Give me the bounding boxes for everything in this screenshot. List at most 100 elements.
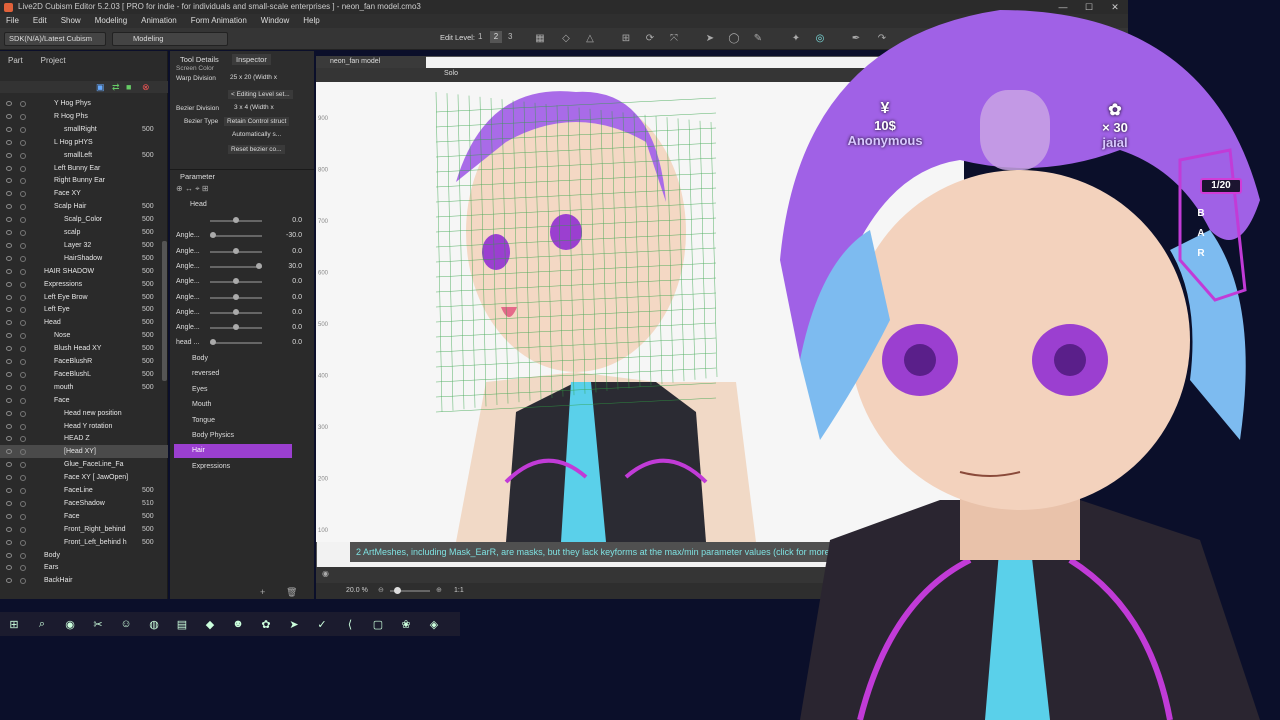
edit-level-1[interactable]: 1 [478,32,488,41]
menu-file[interactable]: File [6,14,19,28]
visibility-eye-icon[interactable] [6,513,12,519]
lock-icon[interactable] [20,359,26,365]
parameter-value[interactable]: 0.0 [292,336,302,350]
tree-row[interactable]: Front_Right_behind 500 [0,523,168,536]
param-move-icon[interactable]: ↔ [185,184,193,193]
tree-row[interactable]: FaceBlushR 500 [0,355,168,368]
parameter-group[interactable]: Eyes [174,383,292,397]
lock-icon[interactable] [20,230,26,236]
editing-level-button[interactable]: < Editing Level set... [228,90,293,99]
param-group-head[interactable]: Head [176,201,207,208]
edit-level-3[interactable]: 3 [508,32,518,41]
tree-row[interactable]: FaceShadow 510 [0,497,168,510]
zoom-slider[interactable] [390,587,430,594]
app-icon-2[interactable]: ✂ [84,618,112,631]
visibility-eye-icon[interactable] [6,113,12,119]
visibility-eye-icon[interactable] [6,410,12,416]
menu-animation[interactable]: Animation [141,14,177,28]
reset-bezier-button[interactable]: Reset bezier co... [228,145,285,154]
visibility-eye-icon[interactable] [6,565,12,571]
lock-icon[interactable] [20,526,26,533]
tree-row[interactable]: FaceLine 500 [0,484,168,497]
lock-icon[interactable] [20,423,26,430]
visibility-eye-icon[interactable] [6,204,12,210]
tree-row[interactable]: Scalp_Color 500 [0,213,168,226]
tab-tool-details[interactable]: Tool Details [180,55,219,64]
lock-icon[interactable] [20,242,26,249]
tree-row[interactable]: Right Bunny Ear [0,174,168,187]
mode-select[interactable]: Modeling [112,32,228,46]
lock-icon[interactable] [20,449,26,456]
tab-part[interactable]: Part [8,56,23,65]
param-key-icon[interactable]: ⌖ [195,184,200,193]
rotate-icon[interactable]: ⟳ [644,33,656,45]
canvas-tab[interactable]: neon_fan model [316,56,426,68]
tree-row[interactable]: HEAD Z [0,432,168,445]
parameter-value[interactable]: 0.0 [292,245,302,259]
lock-icon[interactable] [20,307,26,314]
parameter-group[interactable]: reversed [174,367,292,381]
visibility-eye-icon[interactable] [6,488,12,493]
parameter-value[interactable]: 30.0 [288,260,302,274]
lock-icon[interactable] [20,488,26,494]
discord-icon[interactable]: ☻ [224,618,252,630]
parameter-row[interactable]: Angle... -30.0 [176,229,306,243]
lock-icon[interactable] [20,500,26,507]
tree-row[interactable]: Face XY [ JawOpen] [0,471,168,484]
parameter-row[interactable]: Angle... 0.0 [176,306,306,320]
tree-row[interactable]: [Head XY] [0,445,168,459]
parameter-value[interactable]: -30.0 [286,229,302,243]
lock-icon[interactable] [20,513,26,520]
tree-row[interactable]: L Hog pHYS [0,136,168,149]
parts-mask-icon[interactable]: ⊗ [142,82,150,93]
visibility-eye-icon[interactable] [6,359,12,364]
lock-icon[interactable] [20,294,26,301]
visibility-eye-icon[interactable] [6,152,12,158]
parameter-row[interactable]: head ... 0.0 [176,336,306,350]
lock-icon[interactable] [20,552,26,559]
menu-modeling[interactable]: Modeling [95,14,127,28]
tree-row[interactable]: mouth 500 [0,381,168,394]
lock-icon[interactable] [20,462,26,469]
app-icon-3[interactable]: ◆ [196,618,224,631]
lock-icon[interactable] [20,165,26,172]
record-icon[interactable]: ◉ [322,569,329,578]
edit-level-2[interactable]: 2 [490,31,502,43]
bezier-division-value[interactable]: 3 x 4 (Width x [234,104,274,111]
parameter-group[interactable]: Body Physics [174,429,292,443]
tree-row[interactable]: Blush Head XY 500 [0,342,168,355]
parts-new-icon[interactable]: ■ [126,82,131,92]
parameter-slider-knob[interactable] [210,339,216,346]
browser-icon[interactable]: ◉ [56,618,84,631]
visibility-eye-icon[interactable] [6,178,12,184]
tree-row[interactable]: BackHair [0,574,168,587]
lock-icon[interactable] [20,320,26,327]
visibility-eye-icon[interactable] [6,230,12,235]
lock-icon[interactable] [20,281,26,288]
tree-row[interactable]: smallLeft 500 [0,149,168,162]
visibility-eye-icon[interactable] [6,578,12,584]
parameter-row[interactable]: Angle... 0.0 [176,291,306,305]
parameter-value[interactable]: 0.0 [292,291,302,305]
lock-icon[interactable] [20,436,26,443]
lock-icon[interactable] [20,333,26,340]
lock-icon[interactable] [20,384,26,391]
param-add-icon[interactable]: ⊕ [176,184,183,193]
visibility-eye-icon[interactable] [6,139,12,145]
lock-icon[interactable] [20,578,26,585]
tree-row[interactable]: smallRight 500 [0,123,168,136]
app-icon-5[interactable]: ✓ [308,618,336,631]
lock-icon[interactable] [20,152,26,159]
lock-icon[interactable] [20,346,26,353]
tree-row[interactable]: Head new position [0,407,168,420]
menu-help[interactable]: Help [303,14,319,28]
warp-division-value[interactable]: 25 x 20 (Width x [230,74,277,81]
mesh-edit-icon[interactable]: ▦ [534,33,546,45]
parameter-slider-knob[interactable] [256,262,262,269]
app-icon-4[interactable]: ✿ [252,618,280,631]
tree-row[interactable]: Ears [0,561,168,574]
tree-row[interactable]: FaceBlushL 500 [0,368,168,381]
tree-row[interactable]: Body [0,549,168,562]
param-delete-icon[interactable]: 🗑 [286,587,297,598]
tree-row[interactable]: Nose 500 [0,329,168,342]
